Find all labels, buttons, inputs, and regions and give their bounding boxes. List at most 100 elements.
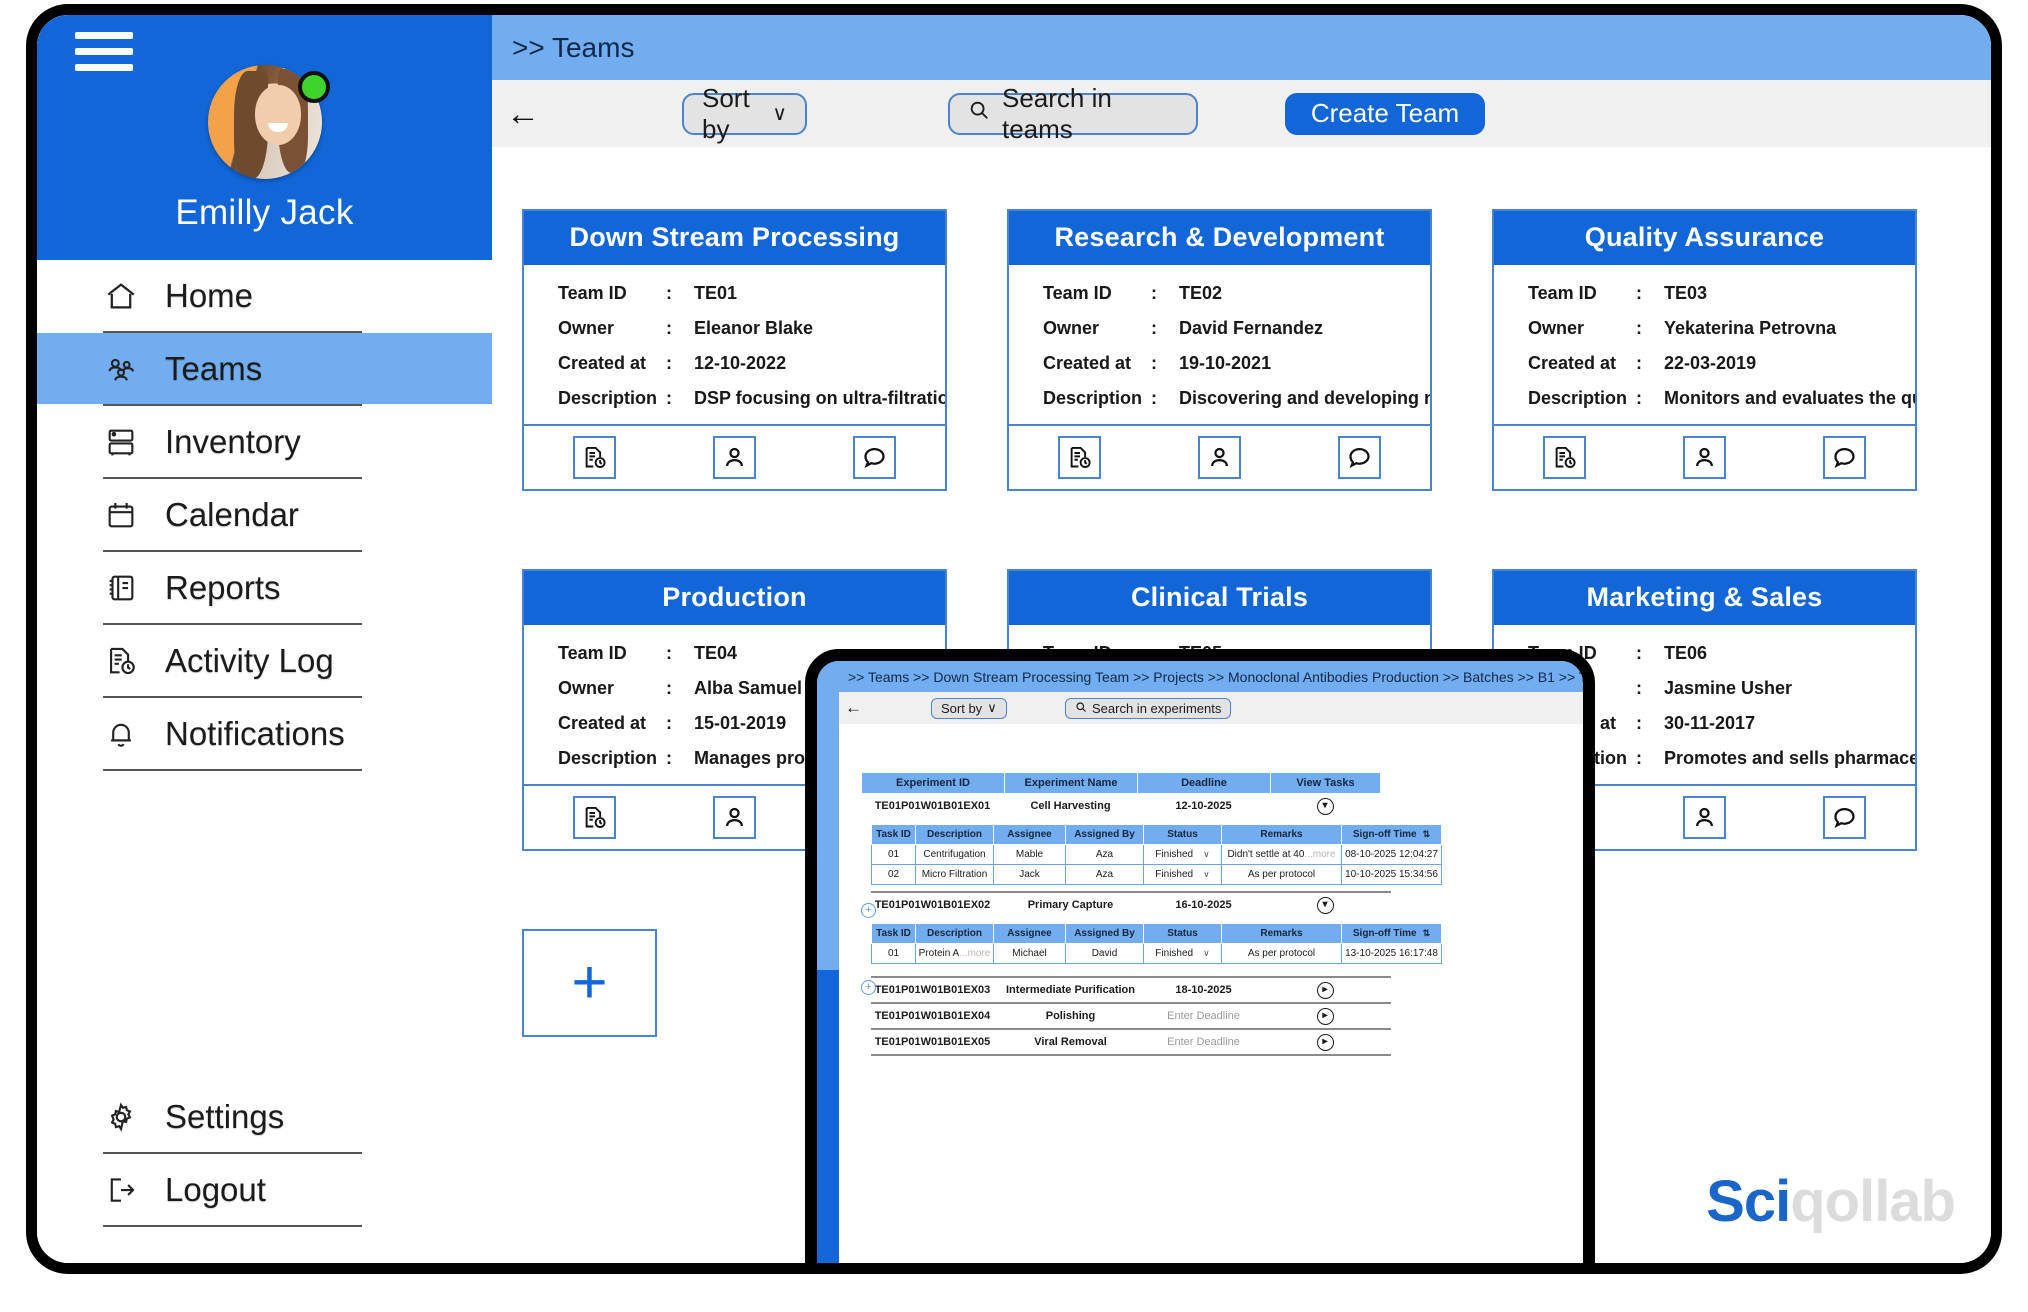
team-card[interactable]: Quality Assurance Team ID : TE03 Owner :…	[1492, 209, 1917, 491]
create-team-button[interactable]: Create Team	[1285, 92, 1485, 135]
task-status[interactable]: Finished ∨	[1143, 844, 1222, 865]
activity-log-action[interactable]	[572, 436, 616, 479]
experiment-name: Intermediate Purification	[1006, 984, 1135, 996]
col-remarks[interactable]: Remarks	[1221, 824, 1342, 845]
col-status[interactable]: Status	[1143, 824, 1222, 845]
team-card[interactable]: Down Stream Processing Team ID : TE01 Ow…	[522, 209, 947, 491]
col-signoff-label: Sign-off Time	[1352, 829, 1417, 840]
chevron-right-circle-icon[interactable]: ▸	[1316, 981, 1334, 999]
chevron-right-circle-icon[interactable]: ▸	[1316, 1007, 1334, 1025]
comments-action[interactable]	[1823, 436, 1867, 479]
team-card[interactable]: Research & Development Team ID : TE02 Ow…	[1007, 209, 1432, 491]
colon: :	[666, 748, 672, 768]
colon: :	[666, 643, 672, 663]
task-status[interactable]: Finished ∨	[1143, 943, 1222, 964]
col-experiment-name[interactable]: Experiment Name	[1004, 772, 1138, 794]
comments-action[interactable]	[1338, 436, 1382, 479]
sidebar-item-teams[interactable]: Teams	[37, 333, 492, 404]
field-label: Description	[558, 748, 658, 768]
col-description[interactable]: Description	[915, 824, 994, 845]
sidebar-item-home[interactable]: Home	[37, 260, 492, 331]
online-status-dot	[297, 71, 330, 103]
back-arrow-icon[interactable]: ←	[506, 97, 540, 131]
back-arrow-icon[interactable]: ←	[845, 698, 862, 718]
task-assigned-by: David	[1065, 943, 1144, 964]
colon: :	[1636, 748, 1642, 768]
members-action[interactable]	[712, 436, 756, 479]
tasks-block: Task ID Description Assignee Assigned By…	[861, 923, 1583, 995]
avatar[interactable]	[207, 65, 330, 179]
main-toolbar: ← Sort by ∨ Search in teams Create Team	[492, 80, 1991, 147]
chevron-right-circle-icon[interactable]: ▸	[1316, 1033, 1334, 1051]
members-action[interactable]	[1682, 796, 1726, 839]
task-row[interactable]: 01 Protein A...more Michael David Finish…	[871, 943, 1442, 964]
members-action[interactable]	[1682, 436, 1726, 479]
more-link[interactable]: ...more	[1304, 849, 1335, 860]
col-assigned-by[interactable]: Assigned By	[1065, 824, 1144, 845]
chevron-down-circle-icon[interactable]: ▾	[1316, 896, 1334, 914]
col-remarks[interactable]: Remarks	[1221, 923, 1342, 944]
owner-row: Owner : Eleanor Blake	[524, 311, 945, 346]
members-action[interactable]	[712, 796, 756, 839]
plus-circle-icon[interactable]: +	[861, 903, 876, 918]
col-view-tasks[interactable]: View Tasks	[1270, 772, 1381, 794]
description-row: Description : Monitors and evaluates the…	[1494, 381, 1915, 416]
search-teams-input[interactable]: Search in teams	[948, 83, 1198, 144]
colon: :	[1151, 353, 1157, 373]
sidebar-item-settings[interactable]: Settings	[37, 1081, 492, 1152]
task-status[interactable]: Finished ∨	[1143, 864, 1222, 885]
experiment-row[interactable]: TE01P01W01B01EX02 Primary Capture 16-10-…	[861, 893, 1583, 917]
sidebar-item-logout[interactable]: Logout	[37, 1154, 492, 1225]
experiment-row[interactable]: TE01P01W01B01EX05 Viral Removal Enter De…	[861, 1030, 1583, 1054]
col-task-id[interactable]: Task ID	[871, 923, 916, 944]
reports-icon	[103, 570, 139, 606]
col-description[interactable]: Description	[915, 923, 994, 944]
experiment-row[interactable]: TE01P01W01B01EX03 Intermediate Purificat…	[861, 978, 1583, 1002]
sidebar-item-calendar[interactable]: Calendar	[37, 479, 492, 550]
experiment-deadline-placeholder[interactable]: Enter Deadline	[1137, 1036, 1270, 1048]
chevron-down-circle-icon[interactable]: ▾	[1316, 797, 1334, 815]
plus-circle-icon[interactable]: +	[861, 980, 876, 995]
popup-search-experiments-input[interactable]: Search in experiments	[1065, 697, 1232, 719]
task-row[interactable]: 01 Centrifugation Mable Aza Finished ∨ Di…	[871, 844, 1442, 865]
inventory-icon	[103, 424, 139, 460]
col-experiment-id[interactable]: Experiment ID	[861, 772, 1005, 794]
more-link[interactable]: ...more	[959, 948, 990, 959]
activity-log-action[interactable]	[572, 796, 616, 839]
comments-action[interactable]	[853, 436, 897, 479]
col-task-id[interactable]: Task ID	[871, 824, 916, 845]
col-assigned-by[interactable]: Assigned By	[1065, 923, 1144, 944]
col-assignee[interactable]: Assignee	[993, 824, 1066, 845]
colon: :	[666, 283, 672, 303]
task-assignee: Jack	[993, 864, 1066, 885]
hamburger-icon[interactable]	[75, 27, 133, 75]
separator	[871, 1054, 1391, 1056]
sort-arrows-icon[interactable]: ⇅	[1423, 829, 1431, 839]
experiment-row[interactable]: TE01P01W01B01EX04 Polishing Enter Deadli…	[861, 1004, 1583, 1028]
colon: :	[666, 713, 672, 733]
popup-sort-by-button[interactable]: Sort by ∨	[931, 697, 1007, 719]
comments-action[interactable]	[1823, 796, 1867, 839]
sort-arrows-icon[interactable]: ⇅	[1423, 928, 1431, 938]
chevron-down-icon: ∨	[1203, 948, 1210, 958]
experiment-deadline-placeholder[interactable]: Enter Deadline	[1137, 1010, 1270, 1022]
activity-log-action[interactable]	[1057, 436, 1101, 479]
created-at-value: 22-03-2019	[1664, 353, 1757, 373]
col-signoff-time[interactable]: Sign-off Time ⇅	[1341, 923, 1442, 944]
field-label: Description	[1528, 388, 1628, 408]
members-action[interactable]	[1197, 436, 1241, 479]
sidebar-item-inventory[interactable]: Inventory	[37, 406, 492, 477]
col-assignee[interactable]: Assignee	[993, 923, 1066, 944]
sidebar-item-notifications[interactable]: Notifications	[37, 698, 492, 769]
col-status[interactable]: Status	[1143, 923, 1222, 944]
activity-log-action[interactable]	[1542, 436, 1586, 479]
sort-by-button[interactable]: Sort by ∨	[682, 83, 807, 144]
sidebar-item-activity-log[interactable]: Activity Log	[37, 625, 492, 696]
experiment-id: TE01P01W01B01EX02	[874, 899, 991, 911]
sidebar-item-reports[interactable]: Reports	[37, 552, 492, 623]
experiment-row[interactable]: TE01P01W01B01EX01 Cell Harvesting 12-10-…	[861, 794, 1583, 818]
col-deadline[interactable]: Deadline	[1137, 772, 1271, 794]
col-signoff-time[interactable]: Sign-off Time ⇅	[1341, 824, 1442, 845]
task-row[interactable]: 02 Micro Filtration Jack Aza Finished ∨ A…	[871, 864, 1442, 885]
add-team-button[interactable]: +	[522, 929, 657, 1037]
